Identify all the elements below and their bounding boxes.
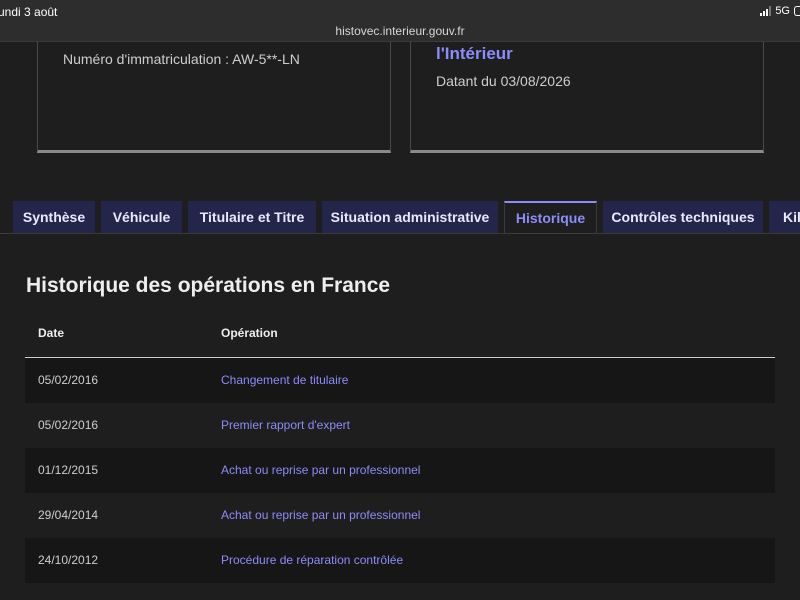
- table-row: 29/04/2014 Achat ou reprise par un profe…: [25, 493, 775, 538]
- row-operation-link[interactable]: Achat ou reprise par un professionnel: [221, 463, 420, 477]
- tab-titulaire-titre[interactable]: Titulaire et Titre: [188, 201, 316, 233]
- status-bar: undi 3 août 5G: [0, 0, 800, 22]
- operations-table: Date Opération 05/02/2016 Changement de …: [25, 312, 775, 583]
- table-body: 05/02/2016 Changement de titulaire 05/02…: [25, 358, 775, 583]
- tab-vehicule[interactable]: Véhicule: [101, 201, 182, 233]
- tab-situation-administrative[interactable]: Situation administrative: [322, 201, 498, 233]
- address-bar[interactable]: histovec.interieur.gouv.fr: [0, 22, 800, 42]
- row-operation-link[interactable]: Changement de titulaire: [221, 373, 348, 387]
- row-date: 24/10/2012: [38, 553, 99, 567]
- report-tabs: Synthèse Véhicule Titulaire et Titre Sit…: [0, 201, 800, 233]
- url-text[interactable]: histovec.interieur.gouv.fr: [0, 24, 800, 38]
- signal-icon: [760, 6, 772, 16]
- plate-card: Numéro d'immatriculation : AW-5**-LN: [37, 42, 391, 153]
- source-date: Datant du 03/08/2026: [436, 73, 571, 89]
- row-operation-link[interactable]: Procédure de réparation contrôlée: [221, 553, 403, 567]
- column-header-date: Date: [38, 326, 65, 340]
- table-row: 05/02/2016 Premier rapport d'expert: [25, 403, 775, 448]
- row-date: 29/04/2014: [38, 508, 99, 522]
- battery-icon: [794, 6, 800, 16]
- tab-kilometrage[interactable]: Kilo: [769, 201, 800, 233]
- network-type: 5G: [775, 5, 790, 17]
- table-row: 05/02/2016 Changement de titulaire: [25, 358, 775, 403]
- section-title: Historique des opérations en France: [26, 274, 391, 297]
- tab-historique[interactable]: Historique: [504, 201, 597, 233]
- historique-panel: Historique des opérations en France Date…: [0, 233, 800, 600]
- column-header-operation: Opération: [221, 326, 278, 340]
- table-row: 24/10/2012 Procédure de réparation contr…: [25, 538, 775, 583]
- row-date: 01/12/2015: [38, 463, 99, 477]
- tab-synthese[interactable]: Synthèse: [13, 201, 95, 233]
- table-row: 01/12/2015 Achat ou reprise par un profe…: [25, 448, 775, 493]
- row-date: 05/02/2016: [38, 373, 99, 387]
- row-operation-link[interactable]: Achat ou reprise par un professionnel: [221, 508, 420, 522]
- row-operation-link[interactable]: Premier rapport d'expert: [221, 418, 350, 432]
- registration-number: Numéro d'immatriculation : AW-5**-LN: [63, 51, 300, 67]
- status-indicators: 5G: [760, 5, 800, 17]
- table-header: Date Opération: [25, 312, 775, 358]
- tab-controles-techniques[interactable]: Contrôles techniques: [603, 201, 763, 233]
- source-title: l'Intérieur: [436, 44, 513, 63]
- row-date: 05/02/2016: [38, 418, 99, 432]
- status-date: undi 3 août: [0, 5, 58, 19]
- source-card: l'Intérieur Datant du 03/08/2026: [410, 42, 764, 153]
